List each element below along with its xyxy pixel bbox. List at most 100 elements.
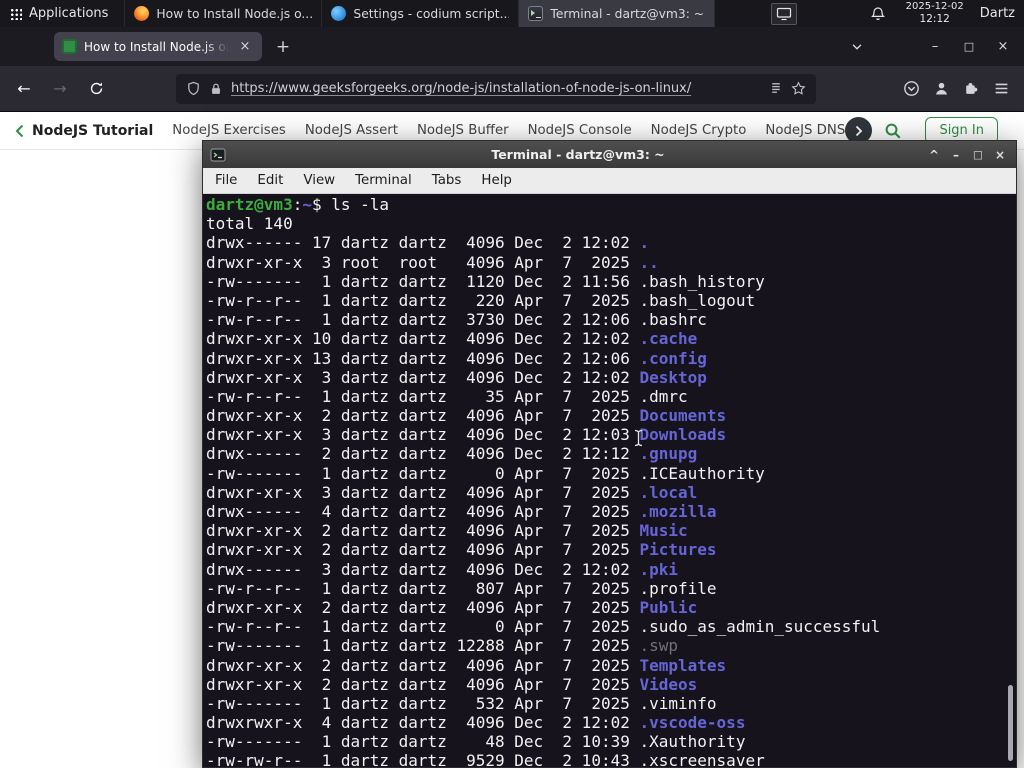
applications-grid-icon [10,7,22,20]
terminal-tray-icon[interactable] [771,2,798,25]
site-search-button[interactable] [884,122,902,140]
file-name: Desktop [639,367,707,387]
file-name: Downloads [639,425,727,445]
terminal-menu-item[interactable]: View [293,173,345,188]
taskbar: How to Install Node.js o... Settings - co… [124,0,716,27]
file-meta: drwxr-xr-x 3 root root 4096 Apr 7 2025 [206,252,640,272]
window-icon [331,6,347,21]
geeksforgeeks-favicon [62,39,77,54]
terminal-menu-item[interactable]: File [205,173,247,188]
file-name: Templates [639,655,727,675]
file-meta: -rw-r--r-- 1 dartz dartz 3730 Dec 2 12:0… [206,310,640,330]
file-name: .. [639,252,659,272]
terminal-menu-item[interactable]: Tabs [422,173,472,188]
prompt-separator: : [292,195,303,214]
terminal-menu-item[interactable]: Help [471,173,522,188]
tab-close-button[interactable]: × [236,38,254,56]
terminal-window: Terminal - dartz@vm3: ~ ^ – □ × File Edit… [202,140,1017,768]
chevron-right-icon [855,125,863,136]
list-all-tabs-button[interactable] [844,34,870,60]
new-tab-button[interactable]: + [270,34,296,60]
file-name: .ICEauthority [639,463,765,483]
terminal-output-line: drwx------ 3 dartz dartz 4096 Dec 2 12:0… [206,560,1016,579]
back-button[interactable]: ← [8,73,40,105]
file-meta: -rw-r--r-- 1 dartz dartz 220 Apr 7 2025 [206,290,640,310]
bookmark-star-icon[interactable] [791,81,806,96]
taskbar-window-button[interactable]: Terminal - dartz@vm3: ~ [518,0,716,27]
file-meta: drwx------ 3 dartz dartz 4096 Dec 2 12:0… [206,559,640,579]
terminal-output-line: drwx------ 2 dartz dartz 4096 Dec 2 12:1… [206,444,1016,463]
site-nav-items: NodeJS Tutorial NodeJS Exercises NodeJS As… [32,123,862,139]
window-icon [134,6,150,21]
file-name: .dmrc [639,386,688,406]
notification-bell-icon[interactable] [870,6,886,22]
terminal-menu-item[interactable]: Terminal [345,173,422,188]
shield-icon[interactable] [186,81,201,96]
file-name: .swp [639,636,679,656]
hamburger-menu-icon[interactable] [993,80,1010,97]
account-icon[interactable] [933,80,950,97]
window-controls: – □ × [844,33,1024,61]
reload-button[interactable] [80,73,112,105]
file-meta: drwxr-xr-x 10 dartz dartz 4096 Dec 2 12:… [206,329,640,349]
taskbar-window-button[interactable]: Settings - codium script... [321,0,518,27]
terminal-titlebar[interactable]: Terminal - dartz@vm3: ~ ^ – □ × [203,141,1016,168]
terminal-output[interactable]: dartz@vm3:~$ ls -la total 140 drwx------… [203,194,1016,767]
applications-label: Applications [29,6,109,21]
reload-icon [90,82,102,95]
text-cursor [634,429,643,447]
browser-maximize-button[interactable]: □ [952,33,986,61]
taskbar-window-button[interactable]: How to Install Node.js o... [124,0,321,27]
extensions-puzzle-icon[interactable] [963,80,980,97]
terminal-output-line: drwxrwxr-x 4 dartz dartz 4096 Dec 2 12:0… [206,713,1016,732]
site-nav-item[interactable]: NodeJS Tutorial [32,123,153,139]
terminal-output-line: -rw-r--r-- 1 dartz dartz 35 Apr 7 2025 .… [206,387,1016,406]
file-meta: -rw-r--r-- 1 dartz dartz 807 Apr 7 2025 [206,578,640,598]
site-nav-item[interactable]: NodeJS Crypto [651,123,747,138]
terminal-shade-button[interactable]: ^ [923,148,945,162]
lock-icon[interactable] [209,82,223,96]
url-input[interactable]: https://www.geeksforgeeks.org/node-js/in… [231,81,760,96]
terminal-output-line: drwxr-xr-x 2 dartz dartz 4096 Apr 7 2025… [206,406,1016,425]
terminal-output-line: -rw------- 1 dartz dartz 48 Dec 2 10:39 … [206,732,1016,751]
applications-menu-button[interactable]: Applications [0,0,118,27]
terminal-output-line: drwxr-xr-x 2 dartz dartz 4096 Apr 7 2025… [206,521,1016,540]
terminal-icon [210,148,226,161]
terminal-close-button[interactable]: × [989,148,1011,162]
forward-button[interactable]: → [44,73,76,105]
terminal-scrollbar[interactable] [1008,685,1013,761]
terminal-menu-item[interactable]: Edit [247,173,293,188]
file-meta: drwxr-xr-x 2 dartz dartz 4096 Apr 7 2025 [206,597,640,617]
terminal-output-line: -rw-r--r-- 1 dartz dartz 220 Apr 7 2025 … [206,291,1016,310]
file-name: .bash_history [639,271,765,291]
browser-tab[interactable]: How to Install Node.js on × [54,32,262,61]
terminal-maximize-button[interactable]: □ [967,149,989,161]
monitor-icon [777,7,792,20]
site-nav-item[interactable]: NodeJS Buffer [417,123,509,138]
nav-scroll-left-icon[interactable] [14,123,25,139]
terminal-listing: drwx------ 17 dartz dartz 4096 Dec 2 12:… [206,233,1016,767]
file-meta: drwxr-xr-x 3 dartz dartz 4096 Dec 2 12:0… [206,425,640,445]
file-name: .bashrc [639,310,707,330]
reader-mode-icon[interactable] [768,81,783,96]
file-name: .xscreensaver [639,751,765,767]
file-meta: drwxr-xr-x 3 dartz dartz 4096 Apr 7 2025 [206,482,640,502]
site-nav-item[interactable]: NodeJS Console [528,123,632,138]
panel-clock[interactable]: 2025-12-02 12:12 [906,1,964,26]
terminal-output-line: drwxr-xr-x 2 dartz dartz 4096 Apr 7 2025… [206,656,1016,675]
url-bar[interactable]: https://www.geeksforgeeks.org/node-js/in… [176,73,816,104]
window-icon [528,6,544,21]
terminal-minimize-button[interactable]: – [945,148,967,162]
site-nav-item[interactable]: NodeJS DNS [765,123,845,138]
terminal-output-line: drwx------ 17 dartz dartz 4096 Dec 2 12:… [206,233,1016,252]
browser-minimize-button[interactable]: – [918,33,952,61]
pocket-icon[interactable] [903,80,920,97]
site-nav-item[interactable]: NodeJS Exercises [172,123,286,138]
prompt-command: $ ls -la [311,195,390,214]
window-title-label: How to Install Node.js o... [156,6,313,21]
file-meta: drwxr-xr-x 3 dartz dartz 4096 Dec 2 12:0… [206,367,640,387]
file-meta: drwxrwxr-x 4 dartz dartz 4096 Dec 2 12:0… [206,713,640,733]
file-name: .profile [639,578,717,598]
browser-close-button[interactable]: × [986,33,1020,61]
site-nav-item[interactable]: NodeJS Assert [305,123,398,138]
